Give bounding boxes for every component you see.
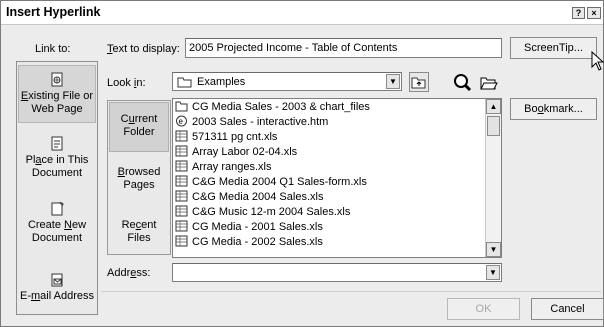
chevron-down-icon[interactable]: ▼ [386,74,400,89]
link-to-email-address[interactable]: E-mail Address [18,272,96,308]
list-item[interactable]: Array ranges.xls [175,160,271,175]
list-item[interactable]: C&G Media 2004 Sales.xls [175,190,323,205]
address-label: Address: [107,267,151,279]
subnav-browsed-pages[interactable]: Browsed Pages [109,166,169,192]
scroll-down-icon[interactable]: ▼ [486,242,501,257]
list-item[interactable]: Array Labor 02-04.xls [175,145,297,160]
mouse-pointer-icon [591,51,604,71]
look-in-dropdown[interactable]: Examples ▼ [172,72,402,91]
look-in-subnav: Current Folder Browsed Pages Recent File… [107,100,171,255]
list-item[interactable]: CG Media - 2002 Sales.xls [175,235,323,250]
divider [101,291,601,292]
spreadsheet-icon [175,130,188,142]
spreadsheet-icon [175,205,188,217]
spreadsheet-icon [175,145,188,157]
text-to-display-label: Text to display: [107,43,180,55]
subnav-current-folder[interactable]: Current Folder [109,102,169,152]
text-to-display-field[interactable]: 2005 Projected Income - Table of Content… [185,38,502,58]
cancel-button[interactable]: Cancel [531,298,604,320]
spreadsheet-icon [175,190,188,202]
title-bar: Insert Hyperlink ? × [1,1,603,25]
open-folder-icon [480,77,498,90]
bookmark-button[interactable]: Bookmark... [510,98,597,120]
ok-button[interactable]: OK [447,298,520,320]
look-in-label: Look in: [107,77,146,89]
browse-web-icon [454,74,472,92]
spreadsheet-icon [175,160,188,172]
link-to-existing-file[interactable]: Existing File or Web Page [18,65,96,123]
new-document-icon [51,201,64,216]
list-item[interactable]: 571311 pg cnt.xls [175,130,277,145]
place-in-document-icon [51,136,63,151]
dialog-title: Insert Hyperlink [6,5,101,19]
email-icon [51,273,63,287]
link-to-label: Link to: [35,43,71,55]
scroll-up-icon[interactable]: ▲ [486,99,501,114]
web-page-icon: e [176,115,187,127]
link-to-sidebar: Existing File or Web Page Place in This … [16,61,98,315]
spreadsheet-icon [175,235,188,247]
link-to-create-new-document[interactable]: Create New Document [18,201,96,247]
help-icon[interactable]: ? [572,7,585,19]
list-item[interactable]: C&G Music 12-m 2004 Sales.xls [175,205,350,220]
spreadsheet-icon [175,220,188,232]
subnav-recent-files[interactable]: Recent Files [109,219,169,245]
insert-hyperlink-dialog: Insert Hyperlink ? × Link to: Existing F… [0,0,604,327]
file-list[interactable]: CG Media Sales - 2003 & chart_files e 200… [172,98,502,258]
list-item[interactable]: CG Media Sales - 2003 & chart_files [175,100,370,115]
browse-the-web-button[interactable] [452,72,472,92]
file-list-scrollbar[interactable]: ▲ ▼ [485,99,501,257]
folder-icon [177,77,192,88]
link-to-place-in-document[interactable]: Place in This Document [18,136,96,182]
spreadsheet-icon [175,175,188,187]
list-item[interactable]: e 2003 Sales - interactive.htm [175,115,328,130]
scroll-thumb[interactable] [487,116,500,136]
folder-icon [175,101,188,112]
up-one-folder-button[interactable] [409,72,429,92]
list-item[interactable]: C&G Media 2004 Q1 Sales-form.xls [175,175,367,190]
close-icon[interactable]: × [587,7,601,19]
existing-file-icon [51,72,63,87]
list-item[interactable]: CG Media - 2001 Sales.xls [175,220,323,235]
screentip-button[interactable]: ScreenTip... [510,37,597,59]
browse-for-file-button[interactable] [479,72,499,92]
chevron-down-icon[interactable]: ▼ [486,265,500,280]
address-field[interactable]: ▼ [172,263,502,282]
up-folder-icon [411,77,426,89]
svg-text:e: e [179,117,184,126]
